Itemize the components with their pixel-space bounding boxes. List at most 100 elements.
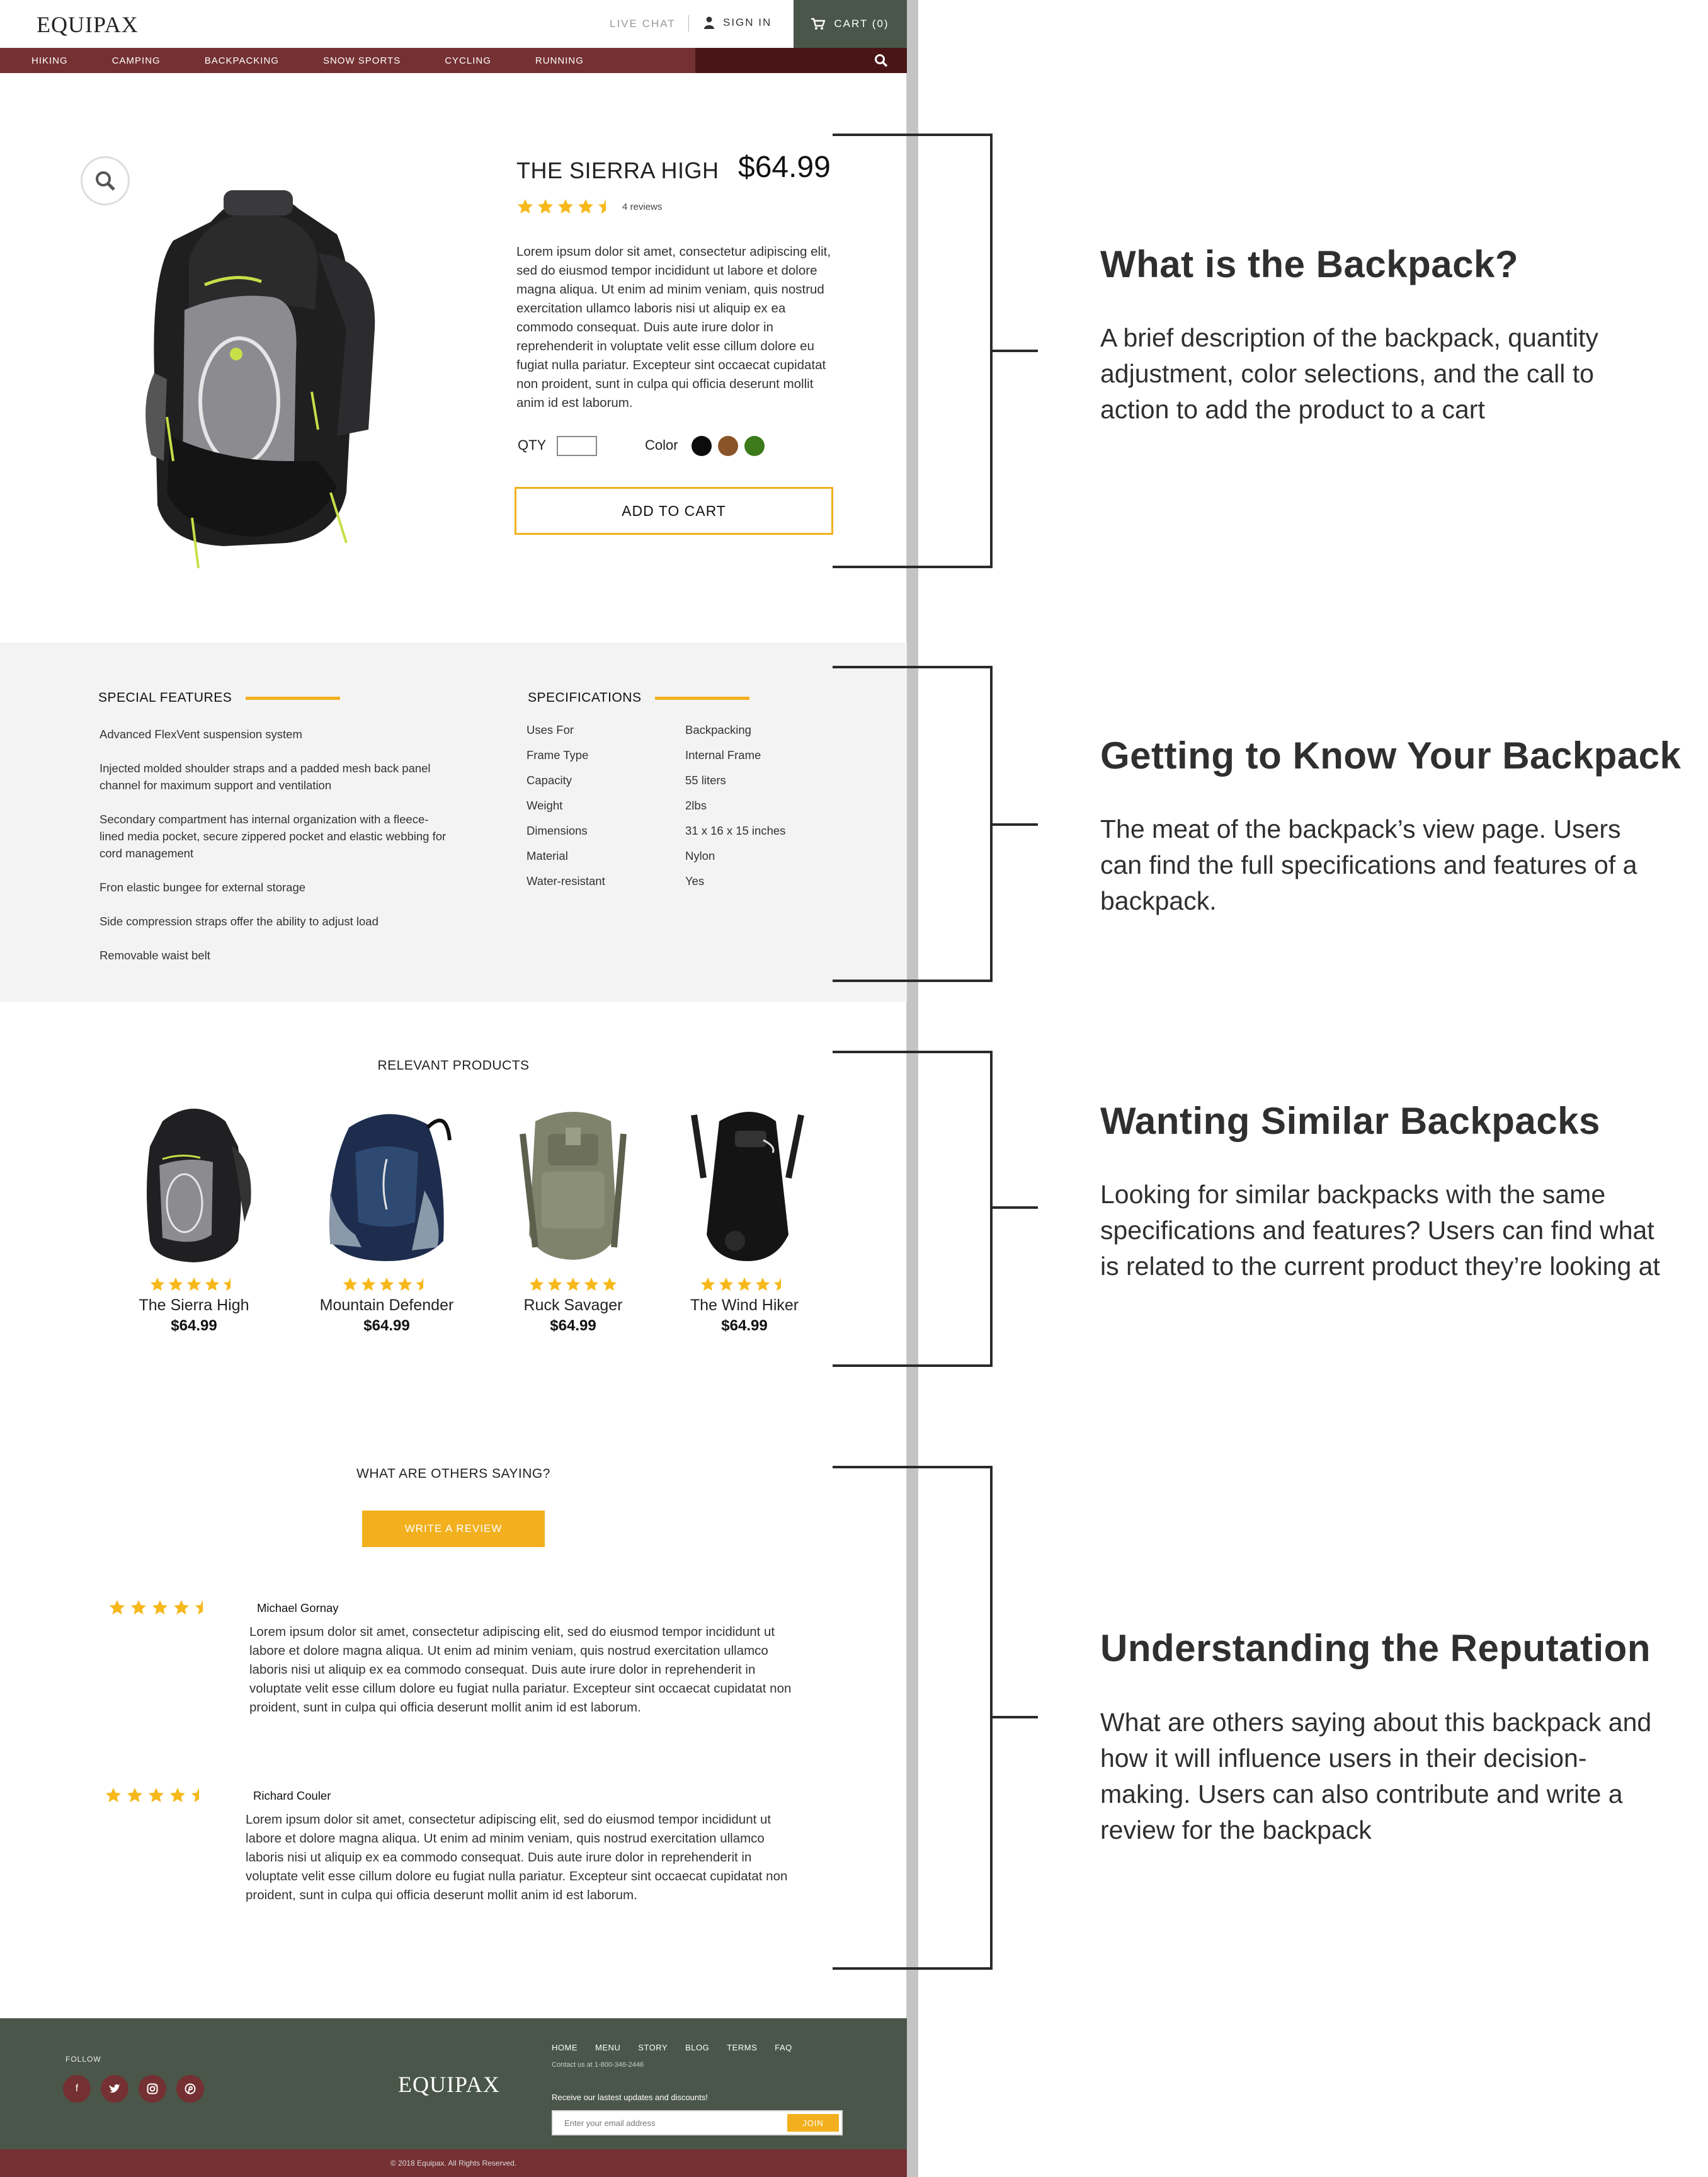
- nav-item-backpacking[interactable]: BACKPACKING: [205, 55, 279, 66]
- email-input[interactable]: [564, 2111, 753, 2134]
- reviewer-name: Michael Gornay: [257, 1601, 339, 1614]
- product-thumbnail: [147, 1109, 251, 1262]
- color-swatch[interactable]: [718, 436, 738, 456]
- review-text: Lorem ipsum dolor sit amet, consectetur …: [249, 1625, 792, 1715]
- footer-link-menu[interactable]: MENU: [595, 2043, 620, 2052]
- social-links: f: [63, 2075, 204, 2103]
- review-count-link[interactable]: 4 reviews: [622, 202, 662, 212]
- live-chat-link[interactable]: LIVE CHAT: [610, 18, 676, 30]
- spec-value: Backpacking: [685, 723, 751, 736]
- cart-icon: [811, 18, 826, 30]
- product-price: $64.99: [738, 151, 831, 184]
- star-icon: [578, 199, 594, 214]
- write-review-button[interactable]: WRITE A REVIEW: [362, 1511, 545, 1547]
- relevant-card[interactable]: The Wind Hiker $64.99: [669, 1096, 820, 1335]
- spec-row: Dimensions 31 x 16 x 15 inches: [527, 824, 841, 849]
- star-icon: [719, 1277, 734, 1291]
- nav-item-hiking[interactable]: HIKING: [31, 55, 68, 66]
- specs-heading-label: SPECIFICATIONS: [528, 690, 642, 705]
- feature-item: Fron elastic bungee for external storage: [100, 881, 306, 894]
- star-icon: [191, 1788, 207, 1802]
- annotation-bracket-tick: [993, 1206, 1038, 1209]
- footer-link-terms[interactable]: TERMS: [727, 2043, 757, 2052]
- spec-key: Uses For: [527, 723, 574, 736]
- feature-item: Advanced FlexVent suspension system: [100, 728, 302, 741]
- star-icon: [379, 1277, 394, 1291]
- annotation-bracket: [833, 1466, 993, 1970]
- spec-value: 31 x 16 x 15 inches: [685, 824, 786, 837]
- qty-input[interactable]: [557, 436, 597, 456]
- star-icon: [557, 199, 574, 214]
- sign-in-label: SIGN IN: [723, 16, 772, 28]
- relevant-name: The Sierra High: [139, 1296, 249, 1314]
- spec-value: 2lbs: [685, 799, 707, 812]
- feature-item: Secondary compartment has internal organ…: [100, 813, 447, 860]
- nav-item-cycling[interactable]: CYCLING: [445, 55, 491, 66]
- annotation-body: A brief description of the backpack, qua…: [1100, 323, 1598, 424]
- star-icon: [343, 1277, 358, 1291]
- star-icon: [148, 1788, 164, 1802]
- annotation-body: Looking for similar backpacks with the s…: [1100, 1180, 1660, 1281]
- annotation-bracket: [833, 134, 993, 568]
- star-icon: [195, 1600, 211, 1614]
- site-header: EQUIPAX LIVE CHAT SIGN IN CART (0): [0, 0, 907, 48]
- instagram-icon[interactable]: [139, 2075, 166, 2103]
- star-icon: [517, 199, 533, 214]
- color-swatch[interactable]: [744, 436, 765, 456]
- annotation-title: Wanting Similar Backpacks: [1100, 1100, 1600, 1142]
- annotation-bracket: [833, 1051, 993, 1367]
- annotation-body: The meat of the backpack’s view page. Us…: [1100, 814, 1637, 915]
- footer-link-home[interactable]: HOME: [552, 2043, 578, 2052]
- search-icon[interactable]: [874, 54, 888, 67]
- footer-link-story[interactable]: STORY: [638, 2043, 668, 2052]
- footer-link-blog[interactable]: BLOG: [685, 2043, 709, 2052]
- join-button[interactable]: JOIN: [787, 2114, 839, 2132]
- relevant-price: $64.99: [363, 1317, 410, 1334]
- relevant-card[interactable]: Ruck Savager $64.99: [498, 1096, 649, 1335]
- category-nav: HIKING CAMPING BACKPACKING SNOW SPORTS CYCLI…: [0, 48, 907, 73]
- star-icon: [105, 1788, 122, 1802]
- star-icon: [529, 1277, 544, 1291]
- product-title: THE SIERRA HIGH: [516, 157, 719, 183]
- annotation-bracket-tick: [993, 350, 1038, 352]
- newsletter-form: JOIN: [552, 2110, 843, 2135]
- star-icon: [109, 1600, 125, 1614]
- feature-item: Removable waist belt: [100, 949, 210, 962]
- relevant-card[interactable]: The Sierra High $64.99: [118, 1096, 270, 1335]
- star-icon: [173, 1600, 190, 1614]
- star-icon: [186, 1277, 202, 1291]
- nav-item-camping[interactable]: CAMPING: [112, 55, 161, 66]
- cart-label: CART (0): [834, 18, 889, 30]
- spec-key: Dimensions: [527, 824, 588, 837]
- facebook-icon[interactable]: f: [63, 2075, 91, 2103]
- product-rating: [516, 198, 615, 215]
- annotation-body: What are others saying about this backpa…: [1100, 1708, 1652, 1844]
- zoom-button[interactable]: [81, 156, 130, 205]
- review-text: Lorem ipsum dolor sit amet, consectetur …: [246, 1812, 788, 1902]
- relevant-name: Mountain Defender: [319, 1296, 454, 1314]
- star-icon: [602, 1277, 617, 1291]
- color-swatch[interactable]: [692, 436, 712, 456]
- nav-item-running[interactable]: RUNNING: [535, 55, 584, 66]
- add-to-cart-button[interactable]: ADD TO CART: [515, 487, 833, 535]
- footer-logo[interactable]: EQUIPAX: [398, 2071, 500, 2098]
- product-description: Lorem ipsum dolor sit amet, consectetur …: [516, 244, 831, 410]
- annotation-bracket: [833, 666, 993, 982]
- annotation-title: What is the Backpack?: [1100, 243, 1519, 285]
- site-logo[interactable]: EQUIPAX: [37, 11, 139, 38]
- follow-label: FOLLOW: [65, 2055, 101, 2064]
- sign-in-link[interactable]: SIGN IN: [704, 16, 771, 29]
- copyright-bar: © 2018 Equipax. All Rights Reserved.: [0, 2149, 907, 2177]
- specs-table: Uses For Backpacking Frame Type Internal Fr…: [527, 723, 841, 900]
- pinterest-icon[interactable]: [176, 2075, 204, 2103]
- product-thumbnail: [329, 1114, 452, 1261]
- footer-link-faq[interactable]: FAQ: [775, 2043, 792, 2052]
- cart-button[interactable]: CART (0): [794, 0, 907, 48]
- spec-row: Frame Type Internal Frame: [527, 748, 841, 774]
- spec-key: Capacity: [527, 774, 572, 787]
- star-icon: [127, 1788, 143, 1802]
- nav-item-snow-sports[interactable]: SNOW SPORTS: [323, 55, 401, 66]
- twitter-icon[interactable]: [101, 2075, 128, 2103]
- relevant-card[interactable]: Mountain Defender $64.99: [311, 1096, 462, 1335]
- star-icon: [223, 1277, 238, 1291]
